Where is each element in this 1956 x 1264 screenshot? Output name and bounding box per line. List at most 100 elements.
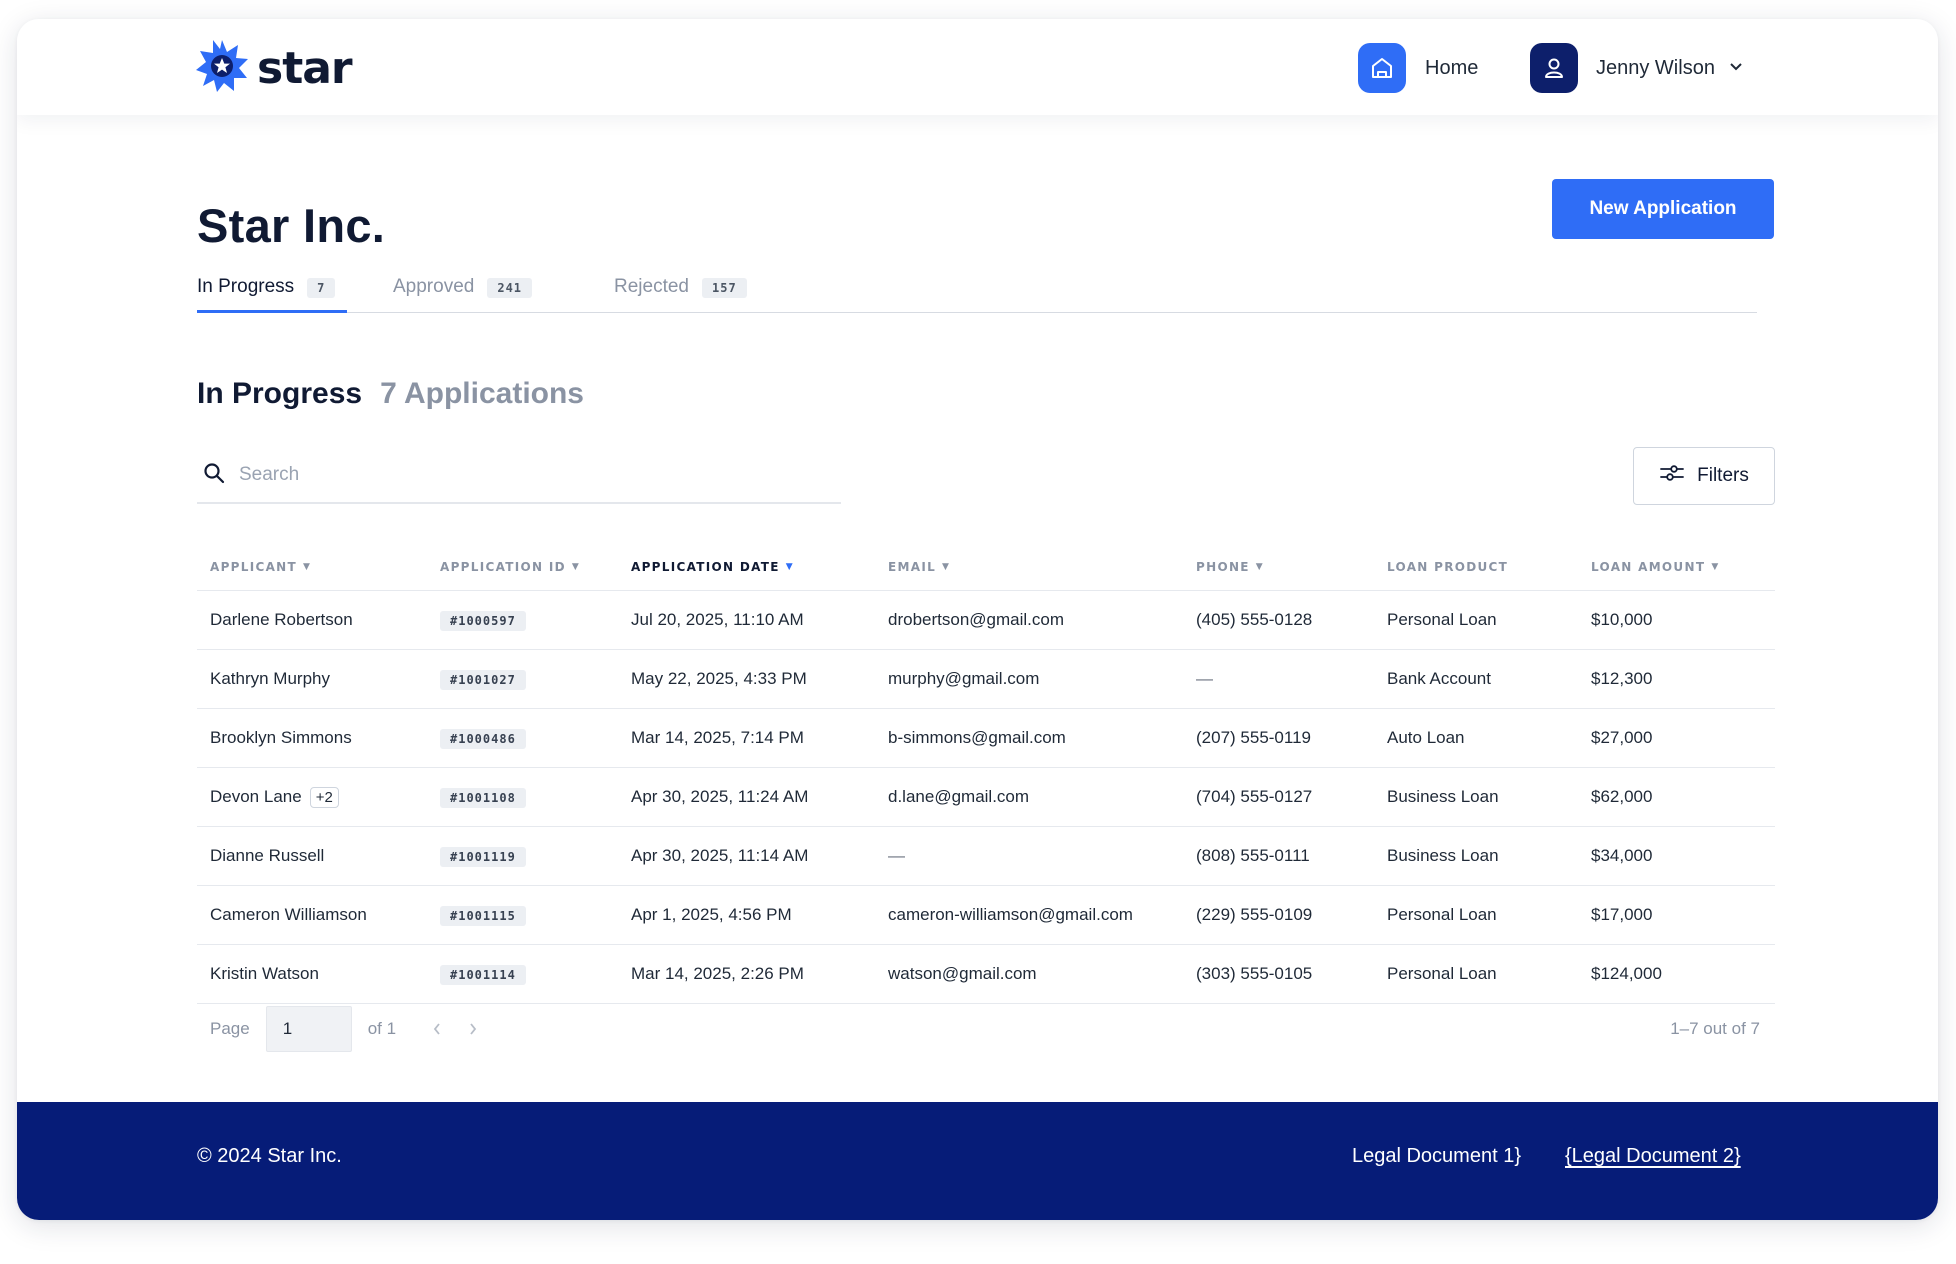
email-cell: watson@gmail.com <box>875 964 1183 984</box>
application-date-text: Mar 14, 2025, 7:14 PM <box>631 728 804 747</box>
application-date-cell: May 22, 2025, 4:33 PM <box>618 669 875 689</box>
sort-caret-icon: ▼ <box>571 561 581 572</box>
application-date-cell: Mar 14, 2025, 2:26 PM <box>618 964 875 984</box>
star-burst-icon <box>195 39 249 98</box>
applicant-cell: Kathryn Murphy <box>197 669 427 689</box>
loan-amount-cell: $10,000 <box>1578 610 1775 630</box>
table-row[interactable]: Darlene Robertson #1000597 Jul 20, 2025, 1… <box>197 591 1775 650</box>
email-cell: drobertson@gmail.com <box>875 610 1183 630</box>
column-header-label: LOAN PRODUCT <box>1387 559 1509 574</box>
section-heading: In Progress 7 Applications <box>197 377 584 411</box>
page-number-input[interactable] <box>265 1006 352 1052</box>
brand-name: star <box>257 42 353 94</box>
loan-product-cell: Business Loan <box>1374 787 1578 807</box>
application-date-text: Jul 20, 2025, 11:10 AM <box>631 610 804 629</box>
filters-button[interactable]: Filters <box>1633 447 1775 505</box>
table-body: Darlene Robertson #1000597 Jul 20, 2025, 1… <box>197 591 1775 1004</box>
user-menu[interactable]: Jenny Wilson <box>1530 43 1743 93</box>
result-range: 1–7 out of 7 <box>1670 1019 1760 1038</box>
email-cell: murphy@gmail.com <box>875 669 1183 689</box>
chevron-left-icon[interactable] <box>432 1021 442 1037</box>
email-cell: b-simmons@gmail.com <box>875 728 1183 748</box>
loan-product-text: Personal Loan <box>1387 964 1497 983</box>
applicant-cell: Devon Lane +2 <box>197 786 427 808</box>
column-header-label: APPLICATION ID <box>440 559 566 574</box>
loan-product-cell: Business Loan <box>1374 846 1578 866</box>
tab-in-progress[interactable]: In Progress 7 <box>197 265 347 313</box>
column-header-label: EMAIL <box>888 559 937 574</box>
loan-product-cell: Personal Loan <box>1374 610 1578 630</box>
tab-label: Approved <box>393 276 475 297</box>
loan-product-text: Auto Loan <box>1387 728 1465 747</box>
sort-caret-icon: ▼ <box>303 561 312 572</box>
applications-table: APPLICANT ▼ APPLICATION ID ▼ APPLICATION DAT… <box>197 543 1775 1004</box>
application-date-text: Mar 14, 2025, 2:26 PM <box>631 964 804 983</box>
phone-text: (229) 555-0109 <box>1196 905 1313 924</box>
phone-cell: (704) 555-0127 <box>1183 787 1374 807</box>
chevron-right-icon[interactable] <box>468 1021 478 1037</box>
legal-document-2-link[interactable]: {Legal Document 2} <box>1565 1145 1741 1168</box>
new-application-button[interactable]: New Application <box>1552 179 1774 239</box>
sort-caret-icon: ▼ <box>785 561 794 572</box>
applicant-text: Devon Lane <box>210 786 302 806</box>
column-header[interactable]: APPLICATION DATE ▼ <box>618 560 875 574</box>
loan-amount-cell: $27,000 <box>1578 728 1775 748</box>
sort-caret-icon: ▼ <box>1711 561 1720 572</box>
application-id-badge: #1000486 <box>440 728 526 749</box>
loan-amount-text: $27,000 <box>1591 728 1653 747</box>
loan-product-text: Business Loan <box>1387 787 1499 806</box>
column-header[interactable]: PHONE ▼ <box>1183 560 1374 574</box>
tab-rejected[interactable]: Rejected 157 <box>614 265 747 313</box>
nav-home-link[interactable]: Home <box>1358 43 1478 93</box>
phone-text: — <box>1196 669 1213 688</box>
email-cell: d.lane@gmail.com <box>875 787 1183 807</box>
table-row[interactable]: Kathryn Murphy #1001027 May 22, 2025, 4:33… <box>197 650 1775 709</box>
phone-cell: (405) 555-0128 <box>1183 610 1374 630</box>
tab-label: Rejected <box>614 276 689 297</box>
application-id-cell: #1001114 <box>427 964 618 985</box>
sort-caret-icon: ▼ <box>942 561 951 572</box>
column-header-label: APPLICANT <box>210 559 298 574</box>
loan-amount-text: $12,300 <box>1591 669 1653 688</box>
column-header[interactable]: LOAN AMOUNT ▼ <box>1578 560 1775 574</box>
applicant-cell: Brooklyn Simmons <box>197 728 427 748</box>
column-header[interactable]: EMAIL ▼ <box>875 560 1183 574</box>
co-applicants-badge[interactable]: +2 <box>309 786 339 808</box>
phone-text: (808) 555-0111 <box>1196 846 1310 865</box>
application-date-cell: Apr 30, 2025, 11:24 AM <box>618 787 875 807</box>
applicant-cell: Kristin Watson <box>197 964 427 984</box>
application-id-badge: #1001027 <box>440 669 526 690</box>
table-row[interactable]: Cameron Williamson #1001115 Apr 1, 2025, 4… <box>197 886 1775 945</box>
section-title: In Progress <box>197 377 363 410</box>
email-text: drobertson@gmail.com <box>888 610 1064 629</box>
application-date-cell: Apr 1, 2025, 4:56 PM <box>618 905 875 925</box>
legal-document-1-link[interactable]: Legal Document 1} <box>1352 1145 1521 1168</box>
loan-amount-text: $124,000 <box>1591 964 1662 983</box>
table-row[interactable]: Devon Lane +2 #1001108 Apr 30, 2025, 11:24 … <box>197 768 1775 827</box>
column-header[interactable]: APPLICANT ▼ <box>197 560 427 574</box>
email-cell: cameron-williamson@gmail.com <box>875 905 1183 925</box>
tab-count-badge: 7 <box>307 278 336 298</box>
table-row[interactable]: Kristin Watson #1001114 Mar 14, 2025, 2:26… <box>197 945 1775 1004</box>
filters-label: Filters <box>1697 465 1749 486</box>
table-row[interactable]: Dianne Russell #1001119 Apr 30, 2025, 11:1… <box>197 827 1775 886</box>
tab-count-badge: 157 <box>702 278 747 298</box>
tab-label: In Progress <box>197 276 295 297</box>
search-icon <box>203 462 225 489</box>
search-input[interactable] <box>239 464 799 486</box>
applicant-text: Cameron Williamson <box>210 905 367 924</box>
application-id-cell: #1001108 <box>427 787 618 808</box>
loan-amount-text: $34,000 <box>1591 846 1653 865</box>
email-text: — <box>888 846 905 865</box>
column-header[interactable]: APPLICATION ID ▼ <box>427 560 618 574</box>
phone-cell: (229) 555-0109 <box>1183 905 1374 925</box>
tab-approved[interactable]: Approved 241 <box>393 265 533 313</box>
loan-product-cell: Bank Account <box>1374 669 1578 689</box>
loan-product-cell: Personal Loan <box>1374 964 1578 984</box>
brand-logo[interactable]: star <box>195 39 353 98</box>
user-name: Jenny Wilson <box>1596 56 1715 79</box>
loan-amount-cell: $17,000 <box>1578 905 1775 925</box>
table-row[interactable]: Brooklyn Simmons #1000486 Mar 14, 2025, 7:… <box>197 709 1775 768</box>
home-icon <box>1358 43 1406 93</box>
applicant-text: Dianne Russell <box>210 846 325 865</box>
